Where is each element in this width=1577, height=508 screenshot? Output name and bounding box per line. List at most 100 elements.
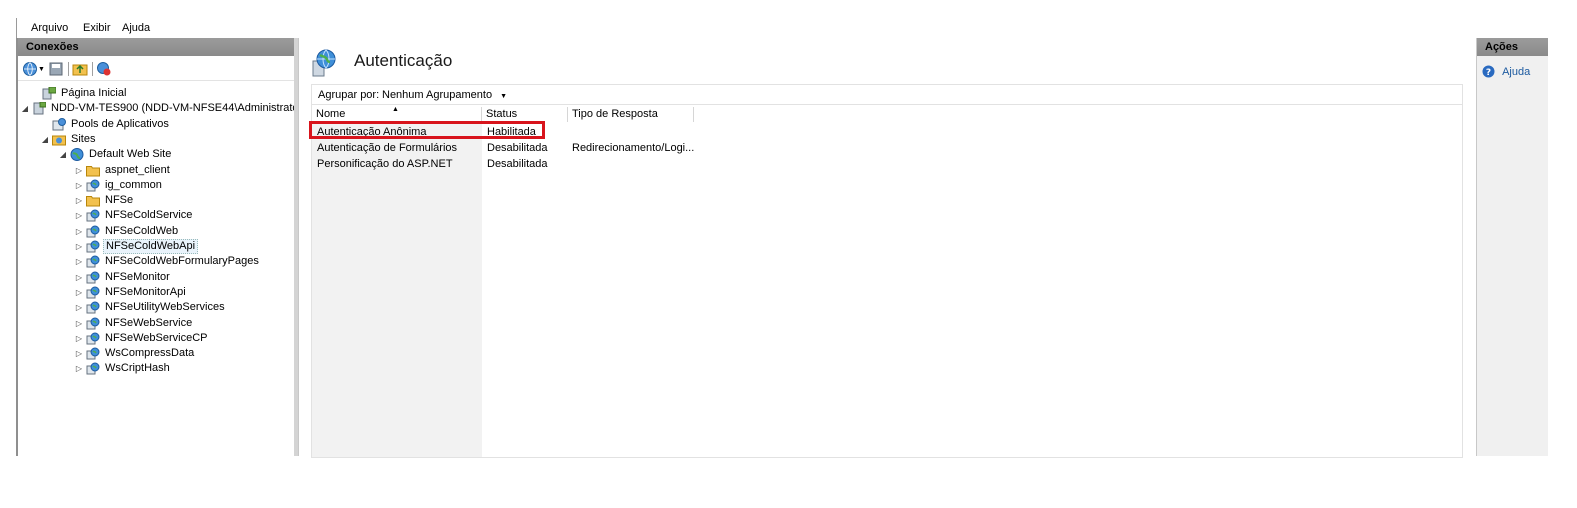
tree-node[interactable]: ▷ aspnet_client xyxy=(74,163,172,178)
up-level-icon[interactable] xyxy=(72,61,88,77)
action-ajuda-label: Ajuda xyxy=(1502,65,1531,78)
connect-globe-icon[interactable] xyxy=(22,61,38,77)
web-app-icon xyxy=(86,255,100,268)
tree-node[interactable]: ▷ NFSeColdService xyxy=(74,208,194,223)
disconnect-icon[interactable] xyxy=(96,61,112,77)
tree-node[interactable]: ◢ NDD-VM-TES900 (NDD-VM-NFSE44\Administra… xyxy=(20,101,308,116)
tree-node[interactable]: ▷ WsCriptHash xyxy=(74,361,172,376)
tree-node[interactable]: ▷ NFSeMonitor xyxy=(74,270,172,285)
tree-node-label: aspnet_client xyxy=(105,163,170,176)
tree-node-label: ig_common xyxy=(105,178,162,191)
web-app-icon xyxy=(86,347,100,360)
column-header-status[interactable]: Status xyxy=(482,107,568,122)
tree-node[interactable]: ◢ Sites xyxy=(40,132,97,147)
sites-folder-icon xyxy=(52,133,66,146)
collapsed-arrow-icon[interactable]: ▷ xyxy=(74,270,84,285)
collapsed-arrow-icon[interactable]: ▷ xyxy=(74,300,84,315)
collapsed-arrow-icon[interactable]: ▷ xyxy=(74,163,84,178)
expanded-arrow-icon[interactable]: ◢ xyxy=(40,132,50,147)
cell-nome: Personificação do ASP.NET xyxy=(317,158,453,170)
tree-node-label: NFSeUtilityWebServices xyxy=(105,301,225,314)
web-app-icon xyxy=(86,179,100,192)
menu-ajuda[interactable]: Ajuda xyxy=(122,22,150,34)
tree-node-label: NFSeColdWeb xyxy=(105,224,179,237)
tree-node-label: NDD-VM-TES900 (NDD-VM-NFSE44\Administrat… xyxy=(51,102,306,115)
tree-node[interactable]: ▷ NFSeWebService xyxy=(74,316,194,331)
collapsed-arrow-icon[interactable]: ▷ xyxy=(74,178,84,193)
folder-icon xyxy=(86,164,100,177)
expanded-arrow-icon[interactable]: ◢ xyxy=(20,101,30,116)
collapsed-arrow-icon[interactable]: ▷ xyxy=(74,224,84,239)
tree-node[interactable]: ▷ NFSeWebServiceCP xyxy=(74,331,210,346)
tree-node-label: Página Inicial xyxy=(61,87,127,99)
server-icon xyxy=(32,101,47,115)
actions-header: Ações xyxy=(1477,38,1548,56)
folder-icon xyxy=(86,194,100,207)
group-by-select[interactable]: Nenhum Agrupamento ▼ xyxy=(382,89,507,101)
column-header-tipo-resposta[interactable]: Tipo de Resposta xyxy=(568,107,694,122)
menu-bar: Arquivo Exibir Ajuda xyxy=(16,18,1548,38)
tree-node[interactable]: ◢ Default Web Site xyxy=(58,147,173,162)
action-ajuda[interactable]: ? Ajuda xyxy=(1482,65,1530,78)
connections-panel: Conexões ▼ Página Inicial ◢ NDD-VM-TES900 … xyxy=(16,38,306,456)
tree-node-label: Pools de Aplicativos xyxy=(71,117,169,130)
group-by-value: Nenhum Agrupamento xyxy=(382,89,493,101)
collapsed-arrow-icon[interactable]: ▷ xyxy=(74,361,84,376)
sort-ascending-icon: ▲ xyxy=(392,106,399,113)
tree-node[interactable]: ▷ NFSeUtilityWebServices xyxy=(74,300,227,315)
table-row[interactable]: Personificação do ASP.NET Desabilitada xyxy=(312,157,1462,172)
collapsed-arrow-icon[interactable]: ▷ xyxy=(74,331,84,346)
table-row[interactable]: Autenticação de Formulários Desabilitada R… xyxy=(312,141,1462,156)
web-app-icon xyxy=(86,225,100,238)
collapsed-arrow-icon[interactable]: ▷ xyxy=(74,239,84,254)
tree-node[interactable]: ▷ NFSeColdWeb xyxy=(74,224,180,239)
expanded-arrow-icon[interactable]: ◢ xyxy=(58,147,68,162)
connections-header: Conexões xyxy=(18,38,296,56)
tree-node[interactable]: ▷ NFSeMonitorApi xyxy=(74,285,188,300)
collapsed-arrow-icon[interactable]: ▷ xyxy=(74,193,84,208)
feature-panel: Autenticação Agrupar por: Nenhum Agrupam… xyxy=(298,38,1469,458)
web-app-icon xyxy=(86,209,100,222)
tree-node-label: NFSeColdWebFormularyPages xyxy=(105,255,259,268)
actions-panel: Ações ? Ajuda xyxy=(1476,38,1548,456)
tree-node-label: NFSeColdWebApi xyxy=(103,239,199,254)
group-by-bar: Agrupar por: Nenhum Agrupamento ▼ xyxy=(311,84,1463,105)
cell-nome: Autenticação de Formulários xyxy=(317,142,458,154)
tree-node[interactable]: ▷ ig_common xyxy=(74,178,164,193)
tree-node-label: WsCompressData xyxy=(105,347,195,360)
cell-tipo-resposta: Redirecionamento/Logi... xyxy=(572,142,695,154)
tree-node-label: NFSeMonitorApi xyxy=(105,285,186,298)
collapsed-arrow-icon[interactable]: ▷ xyxy=(74,254,84,269)
highlight-box xyxy=(309,121,545,139)
web-app-icon xyxy=(86,240,100,253)
collapsed-arrow-icon[interactable]: ▷ xyxy=(74,285,84,300)
tree-node[interactable]: ▷ WsCompressData xyxy=(74,346,196,361)
menu-exibir[interactable]: Exibir xyxy=(83,22,111,34)
column-header-nome[interactable]: Nome ▲ xyxy=(312,106,482,122)
authentication-globe-icon xyxy=(312,49,336,77)
help-icon: ? xyxy=(1482,65,1495,78)
svg-text:?: ? xyxy=(1486,68,1491,78)
web-app-icon xyxy=(86,301,100,314)
collapsed-arrow-icon[interactable]: ▷ xyxy=(74,208,84,223)
tree-node[interactable]: ▷ NFSeColdWebApi xyxy=(74,239,199,254)
tree-node-label: Default Web Site xyxy=(89,148,172,161)
web-app-icon xyxy=(86,317,100,330)
connections-toolbar: ▼ xyxy=(18,58,296,81)
collapsed-arrow-icon[interactable]: ▷ xyxy=(74,346,84,361)
tree-node[interactable]: ▷ NFSeColdWebFormularyPages xyxy=(74,254,261,269)
menu-arquivo[interactable]: Arquivo xyxy=(31,22,68,34)
tree-node[interactable]: Pools de Aplicativos xyxy=(40,117,171,132)
group-by-label: Agrupar por: xyxy=(318,89,380,101)
tree-node[interactable]: Página Inicial xyxy=(30,86,128,101)
tree-node[interactable]: ▷ NFSe xyxy=(74,193,135,208)
globe-icon xyxy=(70,148,84,162)
tree-node-label: NFSeWebService xyxy=(105,316,193,329)
collapsed-arrow-icon[interactable]: ▷ xyxy=(74,316,84,331)
tree-node-label: NFSeColdService xyxy=(105,209,193,222)
page-title: Autenticação xyxy=(354,51,453,70)
cell-status: Desabilitada xyxy=(487,142,548,154)
web-app-icon xyxy=(86,362,100,375)
cell-status: Desabilitada xyxy=(487,158,548,170)
save-icon[interactable] xyxy=(48,61,64,77)
